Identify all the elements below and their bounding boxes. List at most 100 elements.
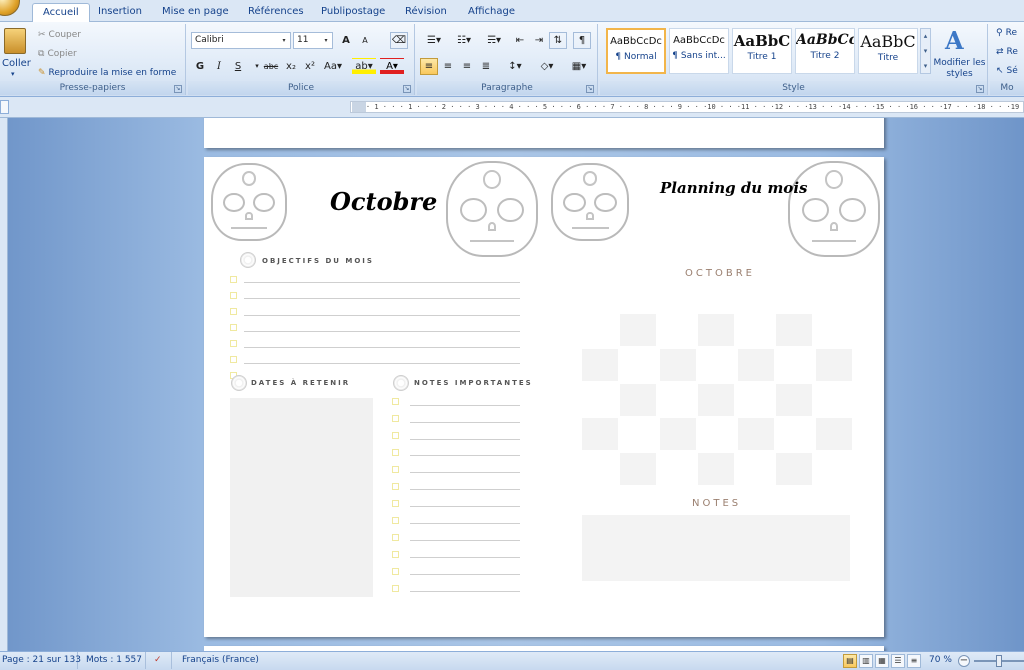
horizontal-ruler[interactable]: ⌛ · 1 · · · 1 · · · 2 · · · 3 · · · 4 · … <box>0 97 1024 118</box>
checkbox[interactable] <box>392 483 399 490</box>
bullets-icon[interactable]: ☰▾ <box>420 32 448 49</box>
calendar-cell[interactable] <box>660 418 696 450</box>
select-button[interactable]: ↖ Sé <box>996 66 1018 76</box>
calendar-cell[interactable] <box>620 314 656 346</box>
shading-icon[interactable]: ◇▾ <box>533 58 561 75</box>
italic-button[interactable]: I <box>210 58 228 75</box>
style-sans-interligne[interactable]: AaBbCcDc ¶ Sans int... <box>669 28 729 74</box>
highlight-icon[interactable]: ab▾ <box>352 58 376 75</box>
calendar-cell[interactable] <box>620 384 656 416</box>
checkbox[interactable] <box>230 292 237 299</box>
zoom-out-icon[interactable]: − <box>958 655 970 667</box>
styles-launcher-icon[interactable]: ↘ <box>976 85 984 93</box>
calendar-cell[interactable] <box>738 418 774 450</box>
zoom-slider-thumb-icon[interactable] <box>996 655 1002 667</box>
checkbox[interactable] <box>392 551 399 558</box>
calendar-cell[interactable] <box>816 418 852 450</box>
tab-affichage[interactable]: Affichage <box>458 3 525 22</box>
calendar-cell[interactable] <box>738 349 774 381</box>
font-color-icon[interactable]: A▾ <box>380 58 404 75</box>
style-normal[interactable]: AaBbCcDc ¶ Normal <box>606 28 666 74</box>
draft-view-icon[interactable]: ≡ <box>907 654 921 668</box>
tab-references[interactable]: Références <box>238 3 314 22</box>
word-count[interactable]: Mots : 1 557 <box>80 652 146 669</box>
shrink-font-button[interactable]: A <box>356 32 374 49</box>
calendar-cell[interactable] <box>582 418 618 450</box>
bold-button[interactable]: G <box>191 58 209 75</box>
paragraph-launcher-icon[interactable]: ↘ <box>586 85 594 93</box>
style-titre-2[interactable]: AaBbCc Titre 2 <box>795 28 855 74</box>
calendar-cell[interactable] <box>660 349 696 381</box>
calendar-cell[interactable] <box>620 453 656 485</box>
numbering-icon[interactable]: ☷▾ <box>450 32 478 49</box>
print-layout-view-icon[interactable]: ▤ <box>843 654 857 668</box>
previous-page[interactable] <box>204 118 884 148</box>
subscript-button[interactable]: x₂ <box>282 58 300 75</box>
multilevel-list-icon[interactable]: ☴▾ <box>480 32 508 49</box>
checkbox[interactable] <box>230 276 237 283</box>
full-screen-reading-icon[interactable]: ▥ <box>859 654 873 668</box>
checkbox[interactable] <box>392 415 399 422</box>
font-size-combo[interactable]: 11 ▾ <box>293 32 333 49</box>
checkbox[interactable] <box>392 466 399 473</box>
replace-button[interactable]: ⇄ Re <box>996 47 1018 57</box>
checkbox[interactable] <box>392 517 399 524</box>
align-center-icon[interactable]: ≡ <box>439 58 457 75</box>
line-spacing-icon[interactable]: ↕▾ <box>501 58 529 75</box>
change-case-button[interactable]: Aa▾ <box>320 58 346 75</box>
dates-box[interactable] <box>230 398 373 597</box>
format-painter-button[interactable]: ✎ Reproduire la mise en forme <box>38 68 176 78</box>
superscript-button[interactable]: x² <box>301 58 319 75</box>
tab-insertion[interactable]: Insertion <box>88 3 152 22</box>
checkbox[interactable] <box>392 568 399 575</box>
calendar-cell[interactable] <box>776 314 812 346</box>
calendar-cell[interactable] <box>776 453 812 485</box>
tab-revision[interactable]: Révision <box>395 3 457 22</box>
grow-font-button[interactable]: A <box>337 32 355 49</box>
checkbox[interactable] <box>392 534 399 541</box>
notes-box[interactable] <box>582 515 850 581</box>
ruler-tab-selector-icon[interactable] <box>0 100 9 114</box>
ruler-scale[interactable]: ⌛ · 1 · · · 1 · · · 2 · · · 3 · · · 4 · … <box>350 101 1024 113</box>
tab-mise-en-page[interactable]: Mise en page <box>152 3 239 22</box>
language-indicator[interactable]: Français (France) <box>176 652 266 669</box>
chevron-down-icon[interactable]: ▾ <box>279 34 289 47</box>
outline-view-icon[interactable]: ☰ <box>891 654 905 668</box>
checkbox[interactable] <box>392 432 399 439</box>
styles-scroll-icon[interactable]: ▴ ▾ ▾ <box>920 28 931 74</box>
document-viewer[interactable]: Octobre Planning du mois OBJECTIFS DU MO… <box>0 118 1024 651</box>
find-button[interactable]: ⚲ Re <box>996 28 1017 38</box>
calendar-cell[interactable] <box>698 314 734 346</box>
font-launcher-icon[interactable]: ↘ <box>403 85 411 93</box>
paste-icon[interactable] <box>4 28 26 54</box>
tab-accueil[interactable]: Accueil <box>32 3 90 23</box>
checkbox[interactable] <box>392 585 399 592</box>
justify-icon[interactable]: ≣ <box>477 58 495 75</box>
calendar-cell[interactable] <box>582 349 618 381</box>
underline-button[interactable]: S <box>229 58 247 75</box>
font-name-combo[interactable]: Calibri ▾ <box>191 32 291 49</box>
clear-format-icon[interactable]: ⌫ <box>390 32 408 49</box>
checkbox[interactable] <box>230 340 237 347</box>
align-right-icon[interactable]: ≡ <box>458 58 476 75</box>
web-layout-icon[interactable]: ▦ <box>875 654 889 668</box>
strikethrough-button[interactable]: abc <box>261 58 281 75</box>
borders-icon[interactable]: ▦▾ <box>565 58 593 75</box>
proofing-icon[interactable]: ✓ <box>148 652 172 669</box>
checkbox[interactable] <box>230 356 237 363</box>
checkbox[interactable] <box>392 500 399 507</box>
copy-button[interactable]: ⧉ Copier <box>38 49 77 59</box>
office-button[interactable] <box>0 0 20 16</box>
change-styles-button[interactable]: Modifier les styles <box>932 58 987 80</box>
calendar-cell[interactable] <box>698 453 734 485</box>
sort-icon[interactable]: ⇅ <box>549 32 567 49</box>
chevron-down-icon[interactable]: ▾ <box>321 34 331 47</box>
checkbox[interactable] <box>392 398 399 405</box>
checkbox[interactable] <box>392 449 399 456</box>
paste-dropdown-icon[interactable]: ▾ <box>11 70 15 78</box>
calendar-cell[interactable] <box>816 349 852 381</box>
calendar-cell[interactable] <box>776 384 812 416</box>
cut-button[interactable]: ✂ Couper <box>38 30 81 40</box>
page-count[interactable]: Page : 21 sur 133 <box>0 652 81 669</box>
increase-indent-icon[interactable]: ⇥ <box>530 32 548 49</box>
